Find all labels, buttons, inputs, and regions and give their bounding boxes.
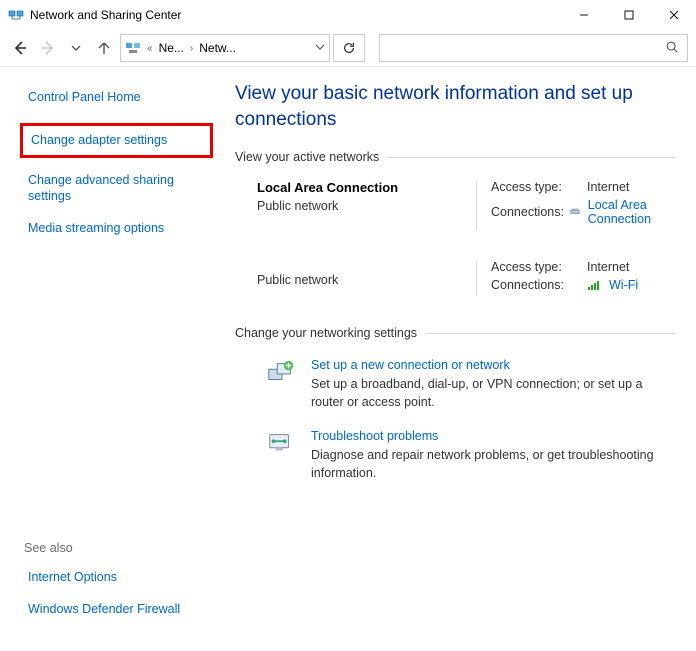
network-row: Public network Access type: Internet Con… <box>235 254 676 302</box>
change-settings-label: Change your networking settings <box>235 326 417 340</box>
change-adapter-settings-link[interactable]: Change adapter settings <box>31 132 167 148</box>
internet-options-link[interactable]: Internet Options <box>24 565 121 589</box>
access-type-value: Internet <box>587 260 629 274</box>
search-input[interactable] <box>388 41 665 55</box>
troubleshoot-desc: Diagnose and repair network problems, or… <box>311 447 676 482</box>
search-icon[interactable] <box>665 40 679 57</box>
minimize-button[interactable] <box>561 0 606 30</box>
wifi-signal-icon <box>587 279 601 291</box>
see-also-label: See also <box>24 541 213 555</box>
maximize-button[interactable] <box>606 0 651 30</box>
recent-locations-button[interactable] <box>64 36 88 60</box>
active-networks-header: View your active networks <box>235 150 676 164</box>
refresh-button[interactable] <box>333 34 365 62</box>
address-bar[interactable]: « Ne... › Netw... <box>120 34 330 62</box>
connection-link[interactable]: Wi-Fi <box>609 278 638 292</box>
search-box[interactable] <box>379 34 688 62</box>
network-type: Public network <box>257 199 466 213</box>
highlight-box: Change adapter settings <box>20 123 213 157</box>
breadcrumb-chevron-icon: « <box>145 43 155 54</box>
access-type-label: Access type: <box>491 260 581 274</box>
troubleshoot-link[interactable]: Troubleshoot problems <box>311 429 438 443</box>
control-panel-home-link[interactable]: Control Panel Home <box>24 85 213 109</box>
network-type: Public network <box>257 273 338 287</box>
forward-button[interactable] <box>36 36 60 60</box>
main-content: View your basic network information and … <box>225 67 696 651</box>
network-center-icon <box>8 7 24 23</box>
connections-label: Connections: <box>491 205 564 219</box>
setting-item: Set up a new connection or network Set u… <box>235 350 676 421</box>
breadcrumb-current[interactable]: Netw... <box>199 41 236 55</box>
connection-link[interactable]: Local Area Connection <box>588 198 651 226</box>
ethernet-icon <box>570 206 580 218</box>
breadcrumb-chevron-icon: › <box>188 43 195 54</box>
titlebar: Network and Sharing Center <box>0 0 696 30</box>
window-controls <box>561 0 696 30</box>
connections-label: Connections: <box>491 278 581 292</box>
breadcrumb-parent[interactable]: Ne... <box>159 41 184 55</box>
media-streaming-options-link[interactable]: Media streaming options <box>24 216 213 240</box>
setup-connection-desc: Set up a broadband, dial-up, or VPN conn… <box>311 376 676 411</box>
up-button[interactable] <box>92 36 116 60</box>
windows-defender-firewall-link[interactable]: Windows Defender Firewall <box>24 597 184 621</box>
window-title: Network and Sharing Center <box>30 8 181 22</box>
change-settings-header: Change your networking settings <box>235 326 676 340</box>
control-panel-icon <box>125 40 141 56</box>
address-dropdown-icon[interactable] <box>315 41 325 55</box>
network-row: Local Area Connection Public network Acc… <box>235 174 676 236</box>
change-advanced-sharing-link[interactable]: Change advanced sharing settings <box>24 168 213 209</box>
active-networks-label: View your active networks <box>235 150 379 164</box>
page-title: View your basic network information and … <box>235 81 676 132</box>
network-name: Local Area Connection <box>257 180 466 195</box>
setup-connection-link[interactable]: Set up a new connection or network <box>311 358 510 372</box>
access-type-value: Internet <box>587 180 629 194</box>
close-button[interactable] <box>651 0 696 30</box>
new-connection-icon <box>265 358 297 390</box>
navigation-bar: « Ne... › Netw... <box>0 30 696 66</box>
sidebar: Control Panel Home Change adapter settin… <box>0 67 225 651</box>
access-type-label: Access type: <box>491 180 581 194</box>
troubleshoot-icon <box>265 429 297 461</box>
back-button[interactable] <box>8 36 32 60</box>
setting-item: Troubleshoot problems Diagnose and repai… <box>235 421 676 492</box>
